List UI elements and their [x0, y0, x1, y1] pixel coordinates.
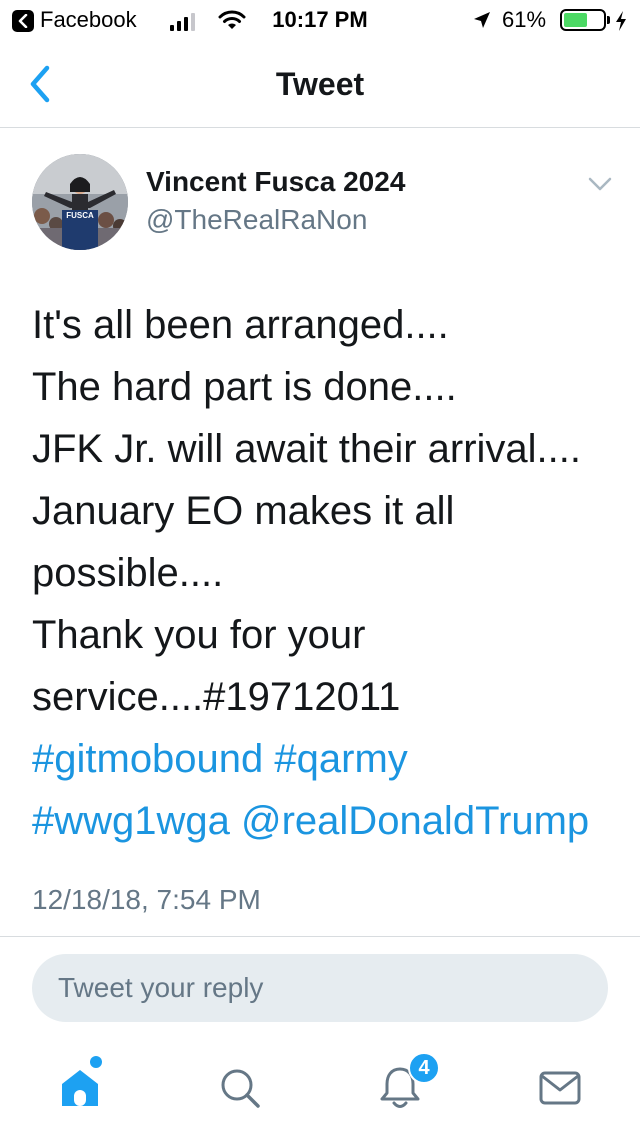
battery-level: [564, 13, 588, 27]
tweet-line: service....#19712011: [32, 675, 401, 719]
tab-messages[interactable]: [530, 1060, 590, 1116]
tweet-line: JFK Jr. will await their arrival....: [32, 427, 582, 471]
chevron-down-icon: [588, 177, 612, 191]
tweet-line: Thank you for your: [32, 613, 366, 657]
charging-bolt-icon: [614, 10, 628, 38]
location-arrow-icon: [472, 10, 492, 36]
hashtag-mention-links[interactable]: #wwg1wga @realDonaldTrump: [32, 790, 622, 852]
tab-search[interactable]: [210, 1060, 270, 1116]
search-icon: [221, 1069, 260, 1108]
nav-bar: Tweet: [0, 40, 640, 128]
battery-icon: [560, 9, 606, 31]
tweet-text: It's all been arranged.... The hard part…: [32, 294, 622, 852]
tab-bar: 4: [0, 1036, 640, 1136]
user-handle[interactable]: @TheRealRaNon: [146, 204, 367, 236]
display-name[interactable]: Vincent Fusca 2024: [146, 166, 405, 198]
avatar[interactable]: FUSCA: [32, 154, 128, 250]
reply-input[interactable]: Tweet your reply: [32, 954, 608, 1022]
hashtag-links[interactable]: #gitmobound #qarmy: [32, 728, 622, 790]
battery-percent: 61%: [502, 7, 547, 32]
home-new-content-dot: [90, 1056, 102, 1068]
divider: [0, 936, 640, 937]
avatar-sign-text: FUSCA: [66, 211, 94, 220]
reply-placeholder: Tweet your reply: [58, 972, 264, 1003]
messages-envelope-icon: [539, 1071, 581, 1105]
tweet-line: It's all been arranged....: [32, 303, 449, 347]
notifications-badge: 4: [408, 1052, 440, 1084]
tweet-line: January EO makes it all: [32, 489, 455, 533]
tab-home[interactable]: [50, 1060, 110, 1116]
tweet-line: possible....: [32, 551, 224, 595]
tweet-timestamp: 12/18/18, 7:54 PM: [32, 884, 261, 915]
home-icon: [62, 1070, 98, 1106]
status-bar: Facebook 10:17 PM 61%: [0, 0, 640, 40]
more-options-button[interactable]: [584, 172, 616, 196]
tweet-line: The hard part is done....: [32, 365, 457, 409]
page-title: Tweet: [275, 66, 365, 102]
battery-nub: [607, 16, 610, 24]
